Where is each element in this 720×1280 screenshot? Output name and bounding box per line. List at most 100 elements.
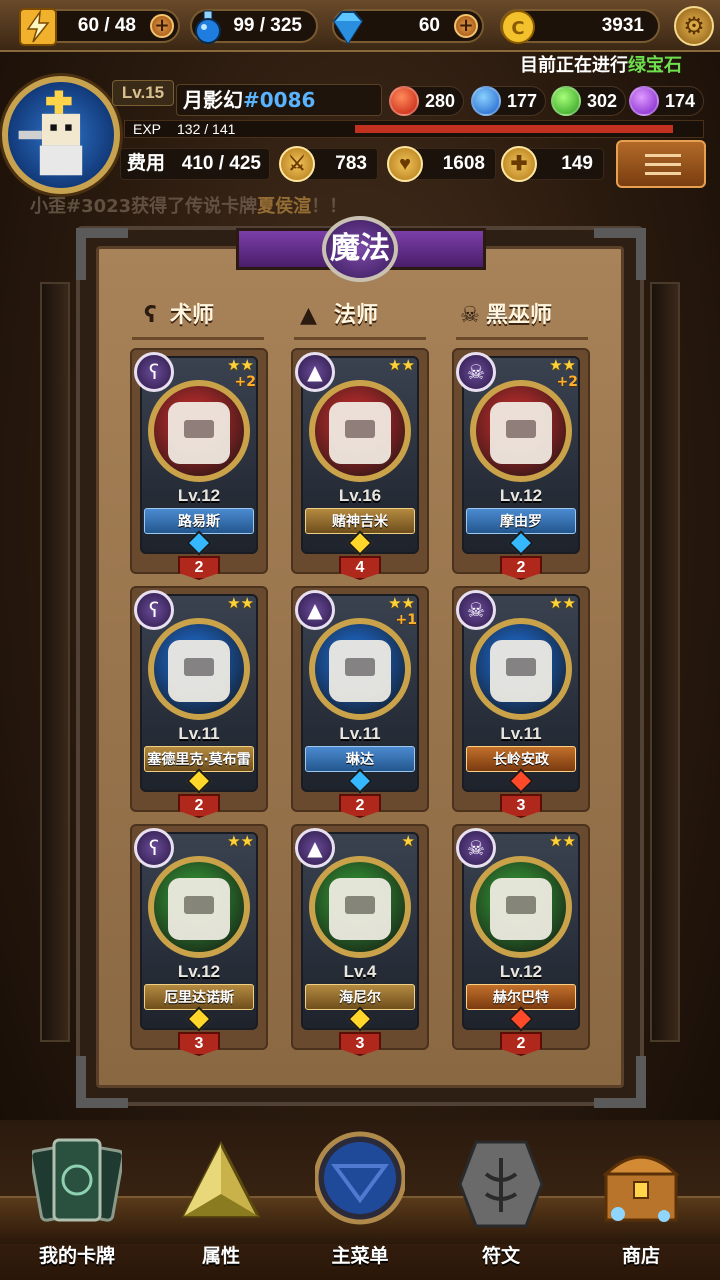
- announcement: 小歪#3023获得了传说卡牌夏侯渲！！: [30, 192, 347, 218]
- hero-card[interactable]: ʕ ★★ Lv.12 厄里达诺斯 3: [130, 824, 268, 1056]
- column-warlock-label: 术师: [170, 303, 215, 328]
- diamond-resource[interactable]: 60 +: [332, 9, 484, 45]
- column-necromancer: ☠ 黑巫师: [460, 296, 552, 336]
- card-level: Lv.12: [177, 962, 221, 981]
- hero-card[interactable]: ▲ ★★ +1 Lv.11 琳达 2: [291, 586, 429, 818]
- diamond-icon: [332, 11, 364, 45]
- warlock-hook-icon: ʕ: [144, 303, 157, 328]
- nav-attributes[interactable]: 属性: [156, 1126, 286, 1276]
- nav-my-cards-label: 我的卡牌: [38, 1245, 115, 1267]
- hero-portrait: [490, 640, 552, 702]
- hero-portrait: [168, 878, 230, 940]
- hero-portrait: [168, 640, 230, 702]
- player-avatar[interactable]: [2, 76, 120, 194]
- star-rating: ★★: [549, 594, 576, 612]
- menu-line-icon: [645, 154, 681, 157]
- blue-gem-icon: [471, 86, 501, 116]
- card-level: Lv.11: [178, 724, 220, 743]
- nav-my-cards[interactable]: 我的卡牌: [12, 1126, 142, 1276]
- potion-icon: [195, 10, 221, 44]
- column-mage-label: 法师: [334, 303, 379, 328]
- energy-resource[interactable]: 60 / 48 +: [19, 8, 180, 46]
- wizard-hat-icon: ▲: [300, 303, 317, 328]
- green-gem-value: 302: [586, 91, 617, 111]
- panel-title: 魔法: [322, 216, 398, 282]
- hero-card[interactable]: ☠ ★★ Lv.12 赫尔巴特 2: [452, 824, 590, 1056]
- blue-gem-counter: 177: [471, 86, 546, 116]
- star-rating: ★★: [549, 832, 576, 850]
- cost-value: 410 / 425: [181, 153, 261, 174]
- heal-stat: ✚ 149: [501, 146, 604, 182]
- svg-text:C: C: [511, 18, 524, 39]
- purple-gem-value: 174: [664, 91, 695, 111]
- player-name-text: 月影幻: [183, 88, 243, 112]
- hero-portrait: [490, 878, 552, 940]
- card-level: Lv.12: [499, 486, 543, 505]
- green-gem-counter: 302: [551, 86, 626, 116]
- mage-class-icon: ▲: [295, 352, 335, 392]
- mage-class-icon: ▲: [295, 590, 335, 630]
- star-rating: ★★: [549, 356, 576, 374]
- ticker-highlight: 绿宝石: [628, 55, 682, 76]
- hero-card[interactable]: ☠ ★★ +2 Lv.12 摩由罗 2: [452, 348, 590, 580]
- column-warlock: ʕ 术师: [144, 296, 214, 336]
- cost-label: 费用: [127, 153, 166, 174]
- column-underline: [132, 334, 264, 340]
- announcement-suffix: ！！: [311, 196, 348, 217]
- card-level: Lv.12: [177, 486, 221, 505]
- left-frame-pillar: [40, 282, 70, 1042]
- nav-runes[interactable]: 符文: [436, 1126, 566, 1276]
- energy-value: 60 / 48: [77, 15, 136, 36]
- add-energy-button[interactable]: +: [150, 14, 174, 38]
- add-diamond-button[interactable]: +: [454, 14, 478, 38]
- star-rating: ★★: [227, 356, 254, 374]
- warlock-class-icon: ʕ: [134, 590, 174, 630]
- attack-swords-icon: ⚔: [279, 146, 315, 182]
- hero-portrait: [168, 402, 230, 464]
- frame-corner: [594, 1056, 646, 1108]
- hero-portrait: [490, 402, 552, 464]
- card-level: Lv.11: [339, 724, 381, 743]
- frame-corner: [594, 228, 646, 280]
- rune-stone-icon: [458, 1140, 544, 1228]
- column-necromancer-label: 黑巫师: [486, 303, 553, 328]
- nav-shop[interactable]: 商店: [576, 1126, 706, 1276]
- star-rating: ★★: [388, 594, 415, 612]
- upgrade-plus: +2: [556, 374, 578, 390]
- skull-icon: ☠: [460, 303, 480, 328]
- cost-stat: 费用 410 / 425: [120, 148, 270, 180]
- health-value: 1608: [442, 153, 485, 174]
- upgrade-plus: +2: [234, 374, 256, 390]
- hero-portrait: [329, 402, 391, 464]
- red-gem-counter: 280: [389, 86, 464, 116]
- hero-portrait: [329, 640, 391, 702]
- hero-card[interactable]: ▲ ★ Lv.4 海尼尔 3: [291, 824, 429, 1056]
- hero-card[interactable]: ʕ ★★ Lv.11 塞德里克·莫布雷 2: [130, 586, 268, 818]
- right-frame-pillar: [650, 282, 680, 1042]
- gold-resource: C 3931: [500, 9, 660, 44]
- card-level: Lv.16: [338, 486, 382, 505]
- priest-avatar-icon: [18, 90, 83, 176]
- lightning-icon: [19, 8, 57, 46]
- hero-card[interactable]: ☠ ★★ Lv.11 长岭安政 3: [452, 586, 590, 818]
- hero-card[interactable]: ʕ ★★ +2 Lv.12 路易斯 2: [130, 348, 268, 580]
- menu-line-icon: [645, 172, 681, 175]
- card-level: Lv.12: [499, 962, 543, 981]
- menu-line-icon: [645, 163, 681, 166]
- hamburger-menu-button[interactable]: [616, 140, 706, 188]
- player-tag: #0086: [243, 88, 316, 112]
- gold-coin-icon: C: [501, 10, 535, 44]
- nav-attributes-label: 属性: [201, 1245, 240, 1267]
- triangle-crystal-icon: [181, 1140, 261, 1218]
- player-name[interactable]: 月影幻#0086: [176, 84, 382, 116]
- potion-resource: 99 / 325: [190, 9, 318, 44]
- nav-main-menu-label: 主菜单: [331, 1245, 389, 1267]
- card-level: Lv.4: [343, 962, 377, 981]
- heart-icon: ♥: [387, 146, 423, 182]
- hero-card[interactable]: ▲ ★★ Lv.16 赌神吉米 4: [291, 348, 429, 580]
- purple-gem-counter: 174: [629, 86, 704, 116]
- exp-fill: [355, 125, 673, 133]
- settings-gear-icon[interactable]: ⚙: [674, 6, 714, 46]
- red-gem-value: 280: [424, 91, 455, 111]
- nav-main-menu[interactable]: 主菜单: [295, 1126, 425, 1276]
